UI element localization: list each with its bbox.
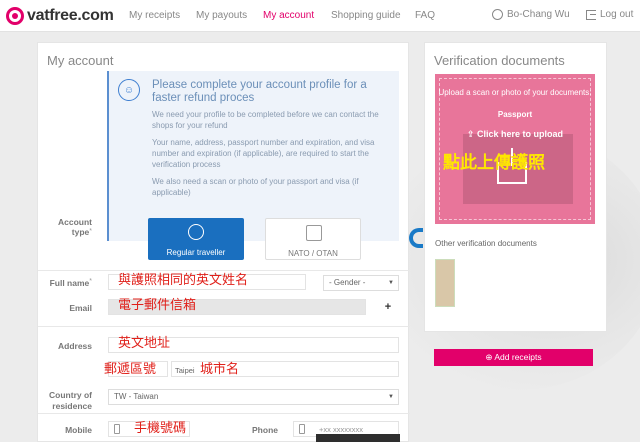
- verification-title: Verification documents: [434, 53, 565, 68]
- nav-faq[interactable]: FAQ: [415, 10, 435, 21]
- nav-my-receipts[interactable]: My receipts: [129, 10, 180, 21]
- add-receipts-button[interactable]: ⊕ Add receipts: [434, 349, 593, 366]
- upload-instruction: Upload a scan or photo of your documents…: [438, 88, 592, 97]
- background-blue-shape: [409, 228, 423, 248]
- country-label: Country of residence: [49, 390, 92, 411]
- postal-code-annotation: 郵遞區號: [104, 361, 157, 376]
- info-paragraph-3: We also need a scan or photo of your pas…: [152, 177, 359, 197]
- logout-icon: [586, 9, 596, 20]
- info-paragraph-2: Your name, address, passport number and …: [152, 138, 375, 169]
- mobile-label: Mobile: [65, 425, 92, 435]
- profile-info-box: ☺ Please complete your account profile f…: [107, 71, 399, 241]
- user-name: Bo-Chang Wu: [507, 9, 570, 20]
- top-header: vatfree.com My receipts My payouts My ac…: [0, 0, 640, 32]
- nav-my-payouts[interactable]: My payouts: [196, 10, 247, 21]
- phone-icon: [299, 424, 305, 434]
- country-value: TW - Taiwan: [114, 392, 159, 401]
- logout-link[interactable]: Log out: [586, 9, 633, 20]
- divider: [38, 326, 410, 327]
- logo-text: vatfree.com: [27, 6, 114, 24]
- phone-label: Phone: [252, 425, 278, 435]
- add-email-button[interactable]: +: [378, 299, 398, 315]
- user-icon: [492, 9, 503, 20]
- city-value: Taipei: [175, 366, 195, 375]
- fullname-annotation: 與護照相同的英文姓名: [118, 272, 249, 287]
- logo-icon: [6, 6, 24, 25]
- fullname-label: Full name*: [49, 278, 92, 288]
- email-annotation: 電子郵件信箱: [118, 297, 197, 312]
- address-label: Address: [57, 341, 92, 351]
- mobile-phone-icon: [114, 424, 120, 434]
- account-type-label: Account type*: [58, 217, 92, 237]
- smiley-icon: ☺: [118, 79, 140, 101]
- chevron-down-icon: ▼: [388, 280, 394, 286]
- traveller-icon: [188, 224, 204, 240]
- info-paragraph-1: We need your profile to be completed bef…: [152, 110, 379, 130]
- nato-otan-option[interactable]: NATO / OTAN: [265, 218, 361, 260]
- city-annotation: 城市名: [200, 361, 240, 376]
- logout-label: Log out: [600, 9, 634, 20]
- account-panel: My account ☺ Please complete your accoun…: [37, 42, 410, 442]
- chevron-down-icon: ▼: [388, 394, 394, 400]
- nato-otan-label: NATO / OTAN: [288, 249, 338, 258]
- other-docs-label: Other verification documents: [435, 239, 537, 248]
- email-label: Email: [69, 303, 92, 313]
- nato-id-icon: [306, 225, 322, 241]
- regular-traveller-label: Regular traveller: [166, 248, 226, 257]
- country-select[interactable]: TW - Taiwan ▼: [108, 389, 399, 405]
- divider: [38, 270, 410, 271]
- upload-icon: ⇪: [466, 129, 478, 139]
- gender-select[interactable]: - Gender - ▼: [323, 275, 399, 291]
- dropdown-edge: [316, 434, 400, 442]
- user-menu[interactable]: Bo-Chang Wu: [492, 9, 570, 20]
- passport-upload-area[interactable]: Upload a scan or photo of your documents…: [435, 74, 595, 224]
- nav-shopping-guide[interactable]: Shopping guide: [331, 10, 401, 21]
- verification-panel: Verification documents Upload a scan or …: [424, 42, 607, 332]
- upload-click-link[interactable]: ⇪ Click here to upload: [435, 129, 595, 140]
- upload-annotation: 點此上傳護照: [443, 153, 545, 172]
- regular-traveller-option[interactable]: Regular traveller: [148, 218, 244, 260]
- info-title: Please complete your account profile for…: [152, 79, 367, 104]
- upload-doc-type: Passport: [497, 110, 533, 119]
- nav-my-account[interactable]: My account: [263, 10, 314, 21]
- divider: [38, 413, 410, 414]
- mobile-annotation: 手機號碼: [134, 420, 187, 435]
- gender-placeholder: - Gender -: [329, 278, 366, 287]
- logo[interactable]: vatfree.com: [6, 6, 128, 25]
- phone-placeholder: +xx xxxxxxxx: [319, 425, 363, 434]
- address-annotation: 英文地址: [118, 335, 171, 350]
- document-thumbnail[interactable]: [435, 259, 455, 307]
- account-title: My account: [47, 53, 114, 68]
